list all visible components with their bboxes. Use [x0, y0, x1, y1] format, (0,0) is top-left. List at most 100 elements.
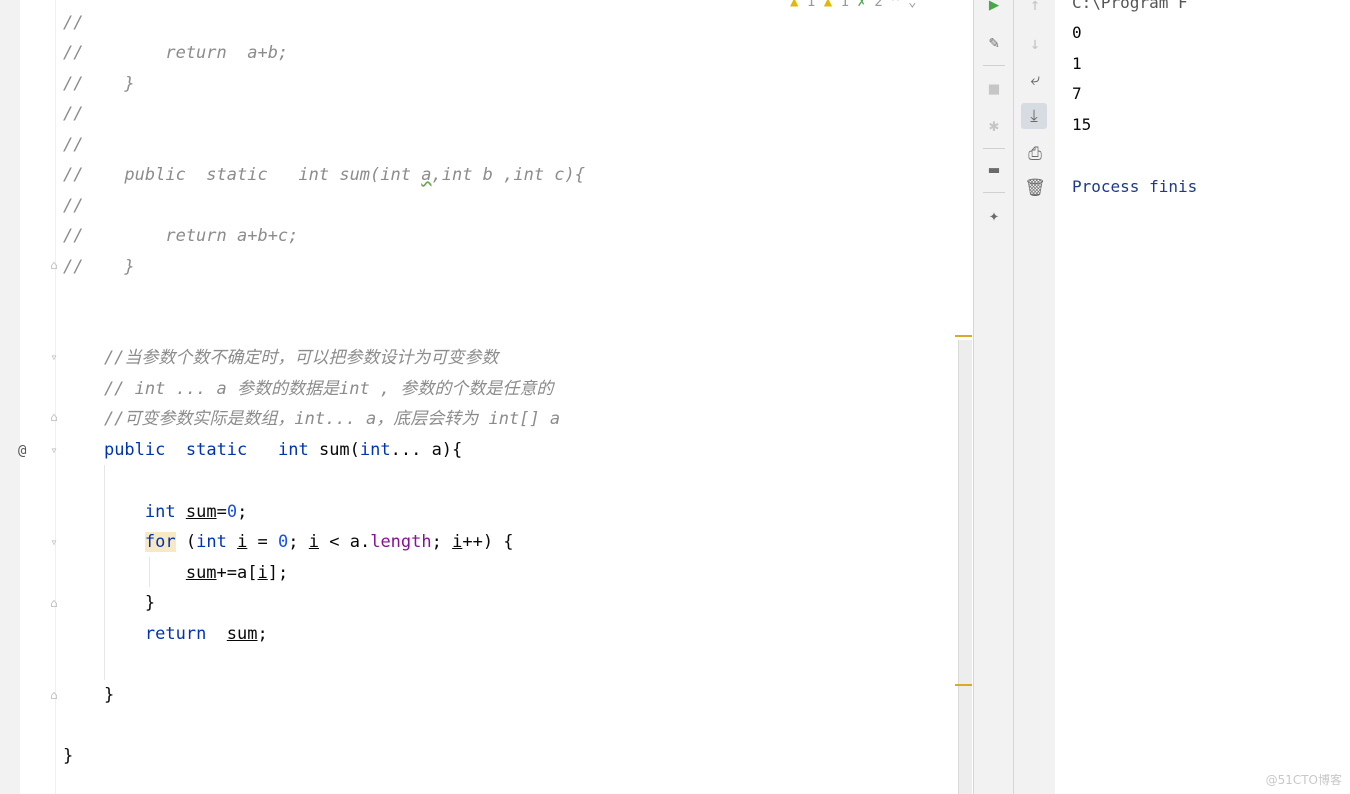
chevron-up-icon[interactable]: ⌃	[891, 0, 899, 10]
code-token: // }	[63, 257, 135, 277]
stop-icon[interactable]: ■	[981, 76, 1007, 102]
code-token: for	[144, 532, 176, 552]
code-token: i	[237, 532, 248, 552]
pin-icon[interactable]: ✦	[981, 203, 1007, 229]
code-token: //	[63, 196, 84, 216]
code-token: =	[247, 532, 279, 552]
warning-count: 1	[806, 0, 816, 10]
debug-icon[interactable]: ✱	[981, 113, 1007, 139]
code-token: int	[196, 532, 227, 552]
scroll-warning-mark[interactable]	[955, 684, 972, 686]
code-token: ;	[257, 624, 268, 644]
code-token: ... a){	[390, 440, 463, 460]
code-line[interactable]: //	[63, 8, 83, 38]
editor-gutter	[0, 0, 55, 794]
code-token: ;	[288, 532, 309, 552]
code-token: sum	[185, 563, 217, 583]
code-line[interactable]: }	[63, 588, 155, 618]
code-line[interactable]: // int ... a 参数的数据是int , 参数的个数是任意的	[63, 374, 553, 404]
code-line[interactable]: sum+=a[i];	[63, 558, 288, 588]
code-token: public	[103, 440, 166, 460]
gutter-strip	[0, 0, 20, 794]
code-token: //	[63, 135, 84, 155]
weak-warning-count: 1	[840, 0, 850, 10]
run-console[interactable]: C:\Program F 0 1 7 15 Process finis	[1055, 0, 1350, 794]
inspection-widget[interactable]: ▲ 1 ▲ 1 ✗ 2 ⌃ ⌄	[790, 0, 917, 14]
weak-warning-icon: ▲	[823, 0, 833, 10]
code-line[interactable]: // }	[63, 69, 135, 99]
console-output-line: 7	[1072, 84, 1082, 103]
code-line[interactable]: // }	[63, 252, 135, 282]
chevron-down-icon[interactable]: ⌄	[908, 0, 916, 10]
layout-icon[interactable]: ▬	[981, 157, 1007, 183]
scroll-warning-mark[interactable]	[955, 335, 972, 337]
wrench-icon[interactable]: ✎	[981, 30, 1007, 56]
code-token: i	[452, 532, 463, 552]
code-line[interactable]: return sum;	[63, 619, 268, 649]
code-token: ,int b ,int c){	[431, 165, 586, 185]
code-token: // public static int sum(int	[63, 165, 422, 185]
code-line[interactable]: // public static int sum(int a,int b ,in…	[63, 160, 585, 190]
code-line[interactable]: // return a+b+c;	[63, 221, 298, 251]
typo-icon: ✗	[857, 0, 866, 10]
code-line[interactable]: public static int sum(int... a){	[63, 435, 462, 465]
code-token: }	[63, 685, 115, 705]
code-token: ];	[267, 563, 289, 583]
code-token: // int ... a 参数的数据是int , 参数的个数是任意的	[63, 379, 554, 399]
code-token: =	[216, 502, 227, 522]
arrow-up-icon[interactable]: ↑	[1022, 0, 1048, 18]
code-line[interactable]: }	[63, 680, 114, 710]
console-output-line: 15	[1072, 114, 1092, 134]
editor-scrollbar[interactable]	[958, 340, 972, 794]
code-token: length	[370, 532, 432, 552]
code-token: < a.	[319, 532, 371, 552]
code-token: int	[278, 440, 309, 460]
code-line[interactable]: int sum=0;	[63, 497, 247, 527]
code-line[interactable]: //可变参数实际是数组，int... a，底层会转为 int[] a	[63, 404, 560, 434]
code-line[interactable]: // return a+b;	[63, 38, 288, 68]
code-token: sum	[185, 502, 217, 522]
code-token: ++) {	[462, 532, 514, 552]
code-line[interactable]: //当参数个数不确定时，可以把参数设计为可变参数	[63, 343, 498, 373]
code-token: ;	[237, 502, 248, 522]
run-toolbar-right: ↑ ↓ ⤶ ⤓ ⎙ 🗑	[1013, 0, 1056, 794]
console-process-status: Process finis	[1072, 177, 1198, 196]
run-toolbar-left: ▶ ✎ ■ ✱ ▬ ✦	[973, 0, 1014, 794]
code-token: int	[359, 440, 391, 460]
code-line[interactable]: }	[63, 741, 73, 771]
code-line[interactable]: //	[63, 191, 83, 221]
override-marker-icon[interactable]: @	[18, 443, 26, 459]
code-token: +=a[	[216, 563, 258, 583]
soft-wrap-icon[interactable]: ⤶	[1022, 67, 1048, 93]
code-token: i	[257, 563, 268, 583]
rerun-icon[interactable]: ▶	[981, 0, 1007, 18]
code-token: 0	[226, 502, 238, 522]
console-output-line: 0	[1072, 23, 1082, 42]
code-line[interactable]: //	[63, 130, 83, 160]
code-token: //可变参数实际是数组，int... a，底层会转为 int[] a	[63, 409, 561, 429]
scroll-to-end-icon[interactable]: ⤓	[1021, 103, 1047, 129]
trash-icon[interactable]: 🗑	[1022, 175, 1048, 201]
toolbar-separator	[983, 148, 1005, 149]
code-token: 0	[278, 532, 289, 552]
arrow-down-icon[interactable]: ↓	[1022, 31, 1048, 57]
console-output-line: 1	[1072, 53, 1082, 73]
code-token: // }	[63, 74, 135, 94]
code-editor[interactable]: // // return a+b; // } // // // public static…	[56, 0, 956, 794]
code-token: ;	[431, 532, 453, 552]
print-icon[interactable]: ⎙	[1022, 141, 1048, 167]
code-line[interactable]: for (int i = 0; i < a.length; i++) {	[63, 527, 514, 557]
code-token: //	[63, 13, 84, 33]
toolbar-separator	[983, 192, 1005, 193]
code-line[interactable]: //	[63, 99, 83, 129]
